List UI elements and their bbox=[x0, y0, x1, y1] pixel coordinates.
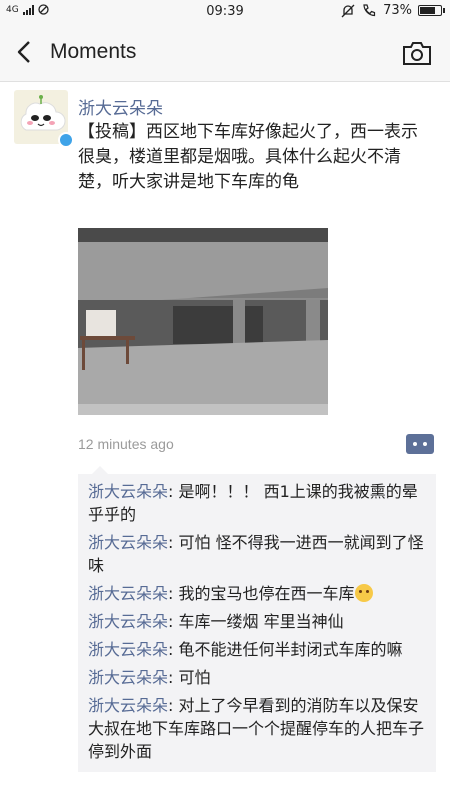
commenter-name[interactable]: 浙大云朵朵 bbox=[88, 668, 168, 687]
page-title: Moments bbox=[50, 40, 137, 63]
battery-percent: 73% bbox=[383, 3, 412, 18]
verified-badge-icon bbox=[58, 132, 74, 148]
comment-menu-button[interactable] bbox=[406, 434, 434, 454]
dot-icon bbox=[423, 442, 427, 446]
comment-text: 龟不能进任何半封闭式车库的嘛 bbox=[178, 640, 403, 659]
dot-icon bbox=[413, 442, 417, 446]
post-text: 【投稿】西区地下车库好像起火了，西一表示很臭，楼道里都是烟哦。具体什么起火不清楚… bbox=[78, 122, 418, 192]
comment-item[interactable]: 浙大云朵朵: 车库一缕烟 牢里当神仙 bbox=[88, 608, 428, 636]
sad-face-emoji-icon bbox=[354, 584, 373, 602]
mute-bell-icon bbox=[341, 4, 355, 17]
post-author[interactable]: 浙大云朵朵 bbox=[78, 94, 163, 119]
battery-icon bbox=[418, 5, 445, 16]
back-arrow-icon[interactable] bbox=[12, 37, 38, 67]
status-right: 73% bbox=[341, 3, 445, 18]
battery-fill bbox=[420, 7, 435, 14]
comment-item[interactable]: 浙大云朵朵: 可怕 怪不得我一进西一就闻到了怪味 bbox=[88, 529, 428, 580]
commenter-name[interactable]: 浙大云朵朵 bbox=[88, 584, 168, 603]
garage-photo bbox=[78, 228, 328, 415]
status-bar: 4G 09:39 73% bbox=[0, 0, 450, 24]
comment-item[interactable]: 浙大云朵朵: 可怕 bbox=[88, 664, 428, 692]
commenter-name[interactable]: 浙大云朵朵 bbox=[88, 696, 168, 715]
comment-item[interactable]: 浙大云朵朵: 龟不能进任何半封闭式车库的嘛 bbox=[88, 636, 428, 664]
comment-text: 可怕 bbox=[178, 668, 211, 687]
post-photo[interactable] bbox=[78, 228, 328, 415]
camera-icon[interactable] bbox=[402, 39, 432, 67]
call-icon bbox=[363, 3, 376, 16]
comment-list: 浙大云朵朵: 是啊！！！ 西1上课的我被熏的晕乎乎的 浙大云朵朵: 可怕 怪不得… bbox=[78, 466, 436, 772]
comment-text: 车库一缕烟 牢里当神仙 bbox=[178, 612, 344, 631]
comment-item[interactable]: 浙大云朵朵: 我的宝马也停在西一车库 bbox=[88, 580, 428, 608]
avatar[interactable] bbox=[14, 90, 74, 148]
comment-text: 我的宝马也停在西一车库 bbox=[178, 584, 355, 603]
comment-item[interactable]: 浙大云朵朵: 是啊！！！ 西1上课的我被熏的晕乎乎的 bbox=[88, 478, 428, 529]
post-timestamp: 12 minutes ago bbox=[78, 436, 174, 452]
comment-item[interactable]: 浙大云朵朵: 对上了今早看到的消防车以及保安大叔在地下车库路口一个个提醒停车的人… bbox=[88, 692, 428, 766]
commenter-name[interactable]: 浙大云朵朵 bbox=[88, 482, 168, 501]
commenter-name[interactable]: 浙大云朵朵 bbox=[88, 640, 168, 659]
moment-post: 浙大云朵朵 【投稿】西区地下车库好像起火了，西一表示很臭，楼道里都是烟哦。具体什… bbox=[0, 82, 450, 800]
commenter-name[interactable]: 浙大云朵朵 bbox=[88, 612, 168, 631]
nav-bar: Moments bbox=[0, 24, 450, 82]
commenter-name[interactable]: 浙大云朵朵 bbox=[88, 533, 168, 552]
